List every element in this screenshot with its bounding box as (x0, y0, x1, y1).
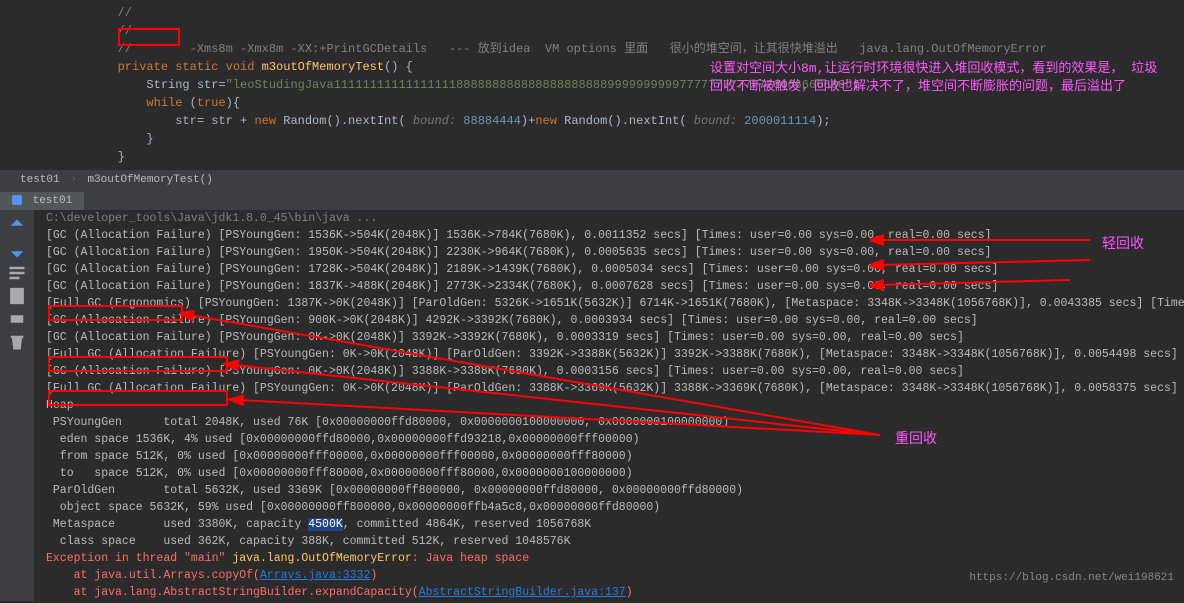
gc-line: [GC (Allocation Failure) [PSYoungGen: 90… (38, 312, 1184, 329)
code-line: // (0, 4, 1184, 22)
code-line: } (0, 130, 1184, 148)
gc-line: [GC (Allocation Failure) [PSYoungGen: 0K… (38, 329, 1184, 346)
breadcrumb-separator: › (70, 174, 77, 186)
console-toolbar (0, 210, 34, 601)
code-line: str= str + new Random().nextInt( bound: … (0, 112, 1184, 130)
trash-icon[interactable] (7, 332, 27, 352)
annotation-text: 设置对空间大小8m,让运行时环境很快进入堆回收模式，看到的效果是， 垃圾回收不断… (710, 60, 1170, 96)
annotation-label: 轻回收 (1102, 233, 1144, 253)
breadcrumb-item[interactable]: test01 (20, 174, 60, 186)
gc-line: [Full GC (Ergonomics) [PSYoungGen: 1387K… (38, 295, 1184, 312)
gc-line: [Full GC (Allocation Failure) [PSYoungGe… (38, 380, 1184, 397)
wrap-icon[interactable] (7, 263, 27, 283)
code-line: // -Xms8m -Xmx8m -XX:+PrintGCDetails ---… (0, 40, 1184, 58)
heap-line: to space 512K, 0% used [0x00000000fff800… (38, 465, 1184, 482)
heap-line: ParOldGen total 5632K, used 3369K [0x000… (38, 482, 1184, 499)
annotation-label: 重回收 (895, 428, 937, 448)
exception-line: Exception in thread "main" java.lang.Out… (38, 550, 1184, 567)
gc-line: [GC (Allocation Failure) [PSYoungGen: 18… (38, 278, 1184, 295)
heap-line: from space 512K, 0% used [0x00000000fff0… (38, 448, 1184, 465)
code-line: } (0, 148, 1184, 166)
print-icon[interactable] (7, 309, 27, 329)
breadcrumb[interactable]: test01 › m3outOfMemoryTest() (0, 170, 1184, 190)
code-editor[interactable]: // // // -Xms8m -Xmx8m -XX:+PrintGCDetai… (0, 0, 1184, 170)
arrow-up-icon[interactable] (7, 217, 27, 237)
heap-line: object space 5632K, 59% used [0x00000000… (38, 499, 1184, 516)
console-output[interactable]: C:\developer_tools\Java\jdk1.8.0_45\bin\… (0, 210, 1184, 601)
breadcrumb-item[interactable]: m3outOfMemoryTest() (87, 174, 212, 186)
tab-test01[interactable]: test01 (0, 192, 84, 210)
gc-line: [GC (Allocation Failure) [PSYoungGen: 19… (38, 244, 1184, 261)
export-icon[interactable] (7, 286, 27, 306)
heap-line: eden space 1536K, 4% used [0x00000000ffd… (38, 431, 1184, 448)
gc-line: [GC (Allocation Failure) [PSYoungGen: 17… (38, 261, 1184, 278)
code-line: // (0, 22, 1184, 40)
heap-line: Metaspace used 3380K, capacity 4500K, co… (38, 516, 1184, 533)
console-path: C:\developer_tools\Java\jdk1.8.0_45\bin\… (38, 210, 1184, 227)
heap-line: PSYoungGen total 2048K, used 76K [0x0000… (38, 414, 1184, 431)
watermark: https://blog.csdn.net/wei198621 (969, 572, 1174, 584)
code-line: while (true){ (0, 94, 1184, 112)
heap-line: class space used 362K, capacity 388K, co… (38, 533, 1184, 550)
gc-line: [Full GC (Allocation Failure) [PSYoungGe… (38, 346, 1184, 363)
file-icon (12, 195, 22, 205)
gc-line: [GC (Allocation Failure) [PSYoungGen: 0K… (38, 363, 1184, 380)
tab-label: test01 (33, 195, 73, 207)
stack-line: at java.lang.AbstractStringBuilder.expan… (38, 584, 1184, 601)
gc-line: [GC (Allocation Failure) [PSYoungGen: 15… (38, 227, 1184, 244)
heap-header: Heap (38, 397, 1184, 414)
arrow-down-icon[interactable] (7, 240, 27, 260)
tab-bar: test01 (0, 190, 1184, 210)
